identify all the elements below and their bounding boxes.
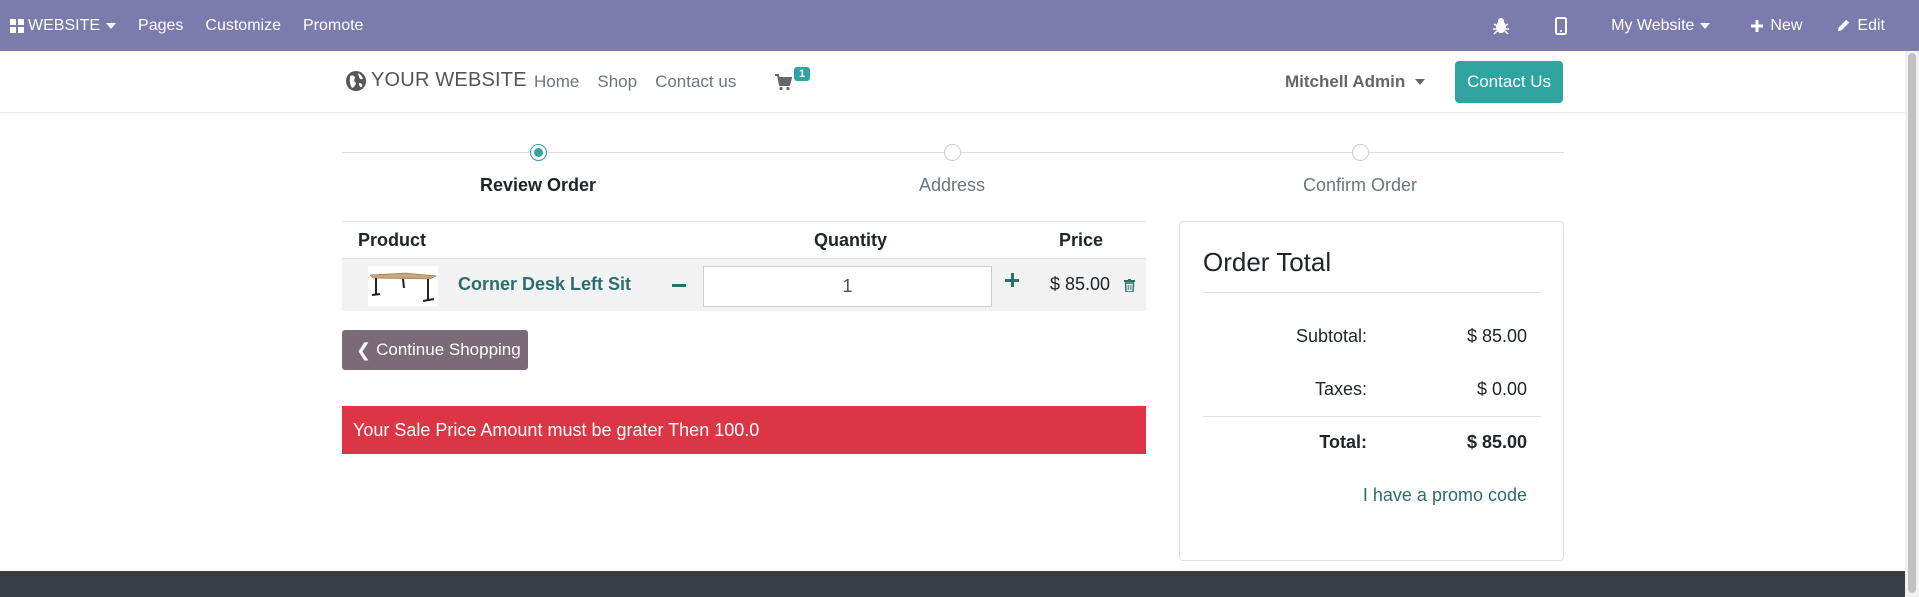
website-menu[interactable]: WEBSITE [0,0,127,51]
site-footer [0,571,1905,597]
divider [1203,292,1541,293]
checkout-progress: Review Order Address Confirm Order [342,140,1564,200]
pencil-icon [1838,19,1850,32]
apps-grid-icon [10,18,24,33]
trash-icon[interactable] [1124,279,1135,292]
total-label: Total: [1319,432,1367,452]
edit-button-label: Edit [1857,16,1885,34]
taxes-value: $ 0.00 [1476,379,1527,399]
subtotal-label: Subtotal: [1295,326,1367,346]
pages-menu[interactable]: Pages [127,0,194,51]
bug-icon [1493,17,1510,35]
header-quantity: Quantity [814,230,888,250]
scrollbar-thumb[interactable] [1908,53,1916,593]
continue-shopping-button[interactable]: ❮ Continue Shopping [342,330,528,370]
step-confirm-order[interactable]: Confirm Order [1210,140,1510,196]
step-label: Confirm Order [1302,175,1418,195]
user-menu[interactable]: Mitchell Admin [1285,51,1426,113]
product-thumbnail[interactable] [368,266,438,306]
step-dot-icon [529,144,547,161]
site-header: YOUR WEBSITE Home Shop Contact us 1 Mitc… [0,51,1905,113]
main-nav: Home Shop Contact us [534,51,754,113]
new-button[interactable]: New [1730,0,1822,51]
header-price: Price [1059,230,1104,250]
step-review-order[interactable]: Review Order [388,140,688,196]
customize-menu[interactable]: Customize [194,0,292,51]
divider [1203,416,1541,417]
logo-text: YOUR WEBSITE [371,69,527,91]
admin-bar: WEBSITE Pages Customize Promote My Websi… [0,0,1919,51]
new-button-label: New [1770,16,1803,34]
debug-button[interactable] [1471,0,1531,51]
quantity-input[interactable]: 1 [703,266,992,307]
shopping-cart-icon [775,74,792,91]
site-logo[interactable]: YOUR WEBSITE [345,69,527,92]
order-total-title: Order Total [1203,247,1332,277]
cart-table: Product Quantity Price Corner Desk Left … [342,221,1146,311]
table-header: Product Quantity Price [342,221,1146,258]
cart-count-badge: 1 [794,67,811,81]
nav-contact-us[interactable]: Contact us [655,72,736,92]
error-alert: Your Sale Price Amount must be grater Th… [342,406,1146,454]
nav-home[interactable]: Home [534,72,579,92]
promo-code-link[interactable]: I have a promo code [1363,485,1527,506]
site-selector[interactable]: My Website [1591,0,1730,51]
caret-down-icon [1700,22,1711,29]
website-menu-label: WEBSITE [28,16,101,34]
step-label: Review Order [479,175,597,195]
step-address[interactable]: Address [802,140,1102,196]
chevron-left-icon: ❮ [356,339,372,360]
subtotal-value: $ 85.00 [1466,326,1527,346]
mobile-preview-button[interactable] [1531,0,1591,51]
desk-image [369,272,438,302]
edit-button[interactable]: Edit [1822,0,1889,51]
plus-icon [1751,19,1764,32]
step-dot-icon [1351,144,1369,161]
cart-link[interactable]: 1 [774,67,811,91]
order-total-card: Order Total Subtotal: $ 85.00 Taxes: $ 0… [1179,221,1564,561]
page-scrollbar[interactable] [1905,51,1919,597]
increase-quantity-button[interactable] [1005,273,1019,287]
contact-us-button[interactable]: Contact Us [1455,61,1563,103]
continue-shopping-label: Continue Shopping [376,340,521,359]
caret-down-icon [106,22,117,29]
caret-down-icon [1415,79,1426,85]
header-product: Product [358,230,427,250]
step-dot-icon [943,144,961,161]
site-selector-label: My Website [1611,16,1695,34]
nav-shop[interactable]: Shop [597,72,637,92]
line-price: $ 85.00 [1050,274,1111,294]
step-label: Address [918,175,986,195]
mobile-icon [1555,16,1568,35]
table-row: Corner Desk Left Sit 1 $ 85.00 [342,258,1146,311]
user-name: Mitchell Admin [1285,72,1406,91]
promote-menu[interactable]: Promote [292,0,374,51]
total-value: $ 85.00 [1466,432,1527,452]
globe-icon [346,70,366,91]
taxes-label: Taxes: [1314,379,1367,399]
product-name-link[interactable]: Corner Desk Left Sit [458,274,631,295]
decrease-quantity-button[interactable] [672,284,686,287]
